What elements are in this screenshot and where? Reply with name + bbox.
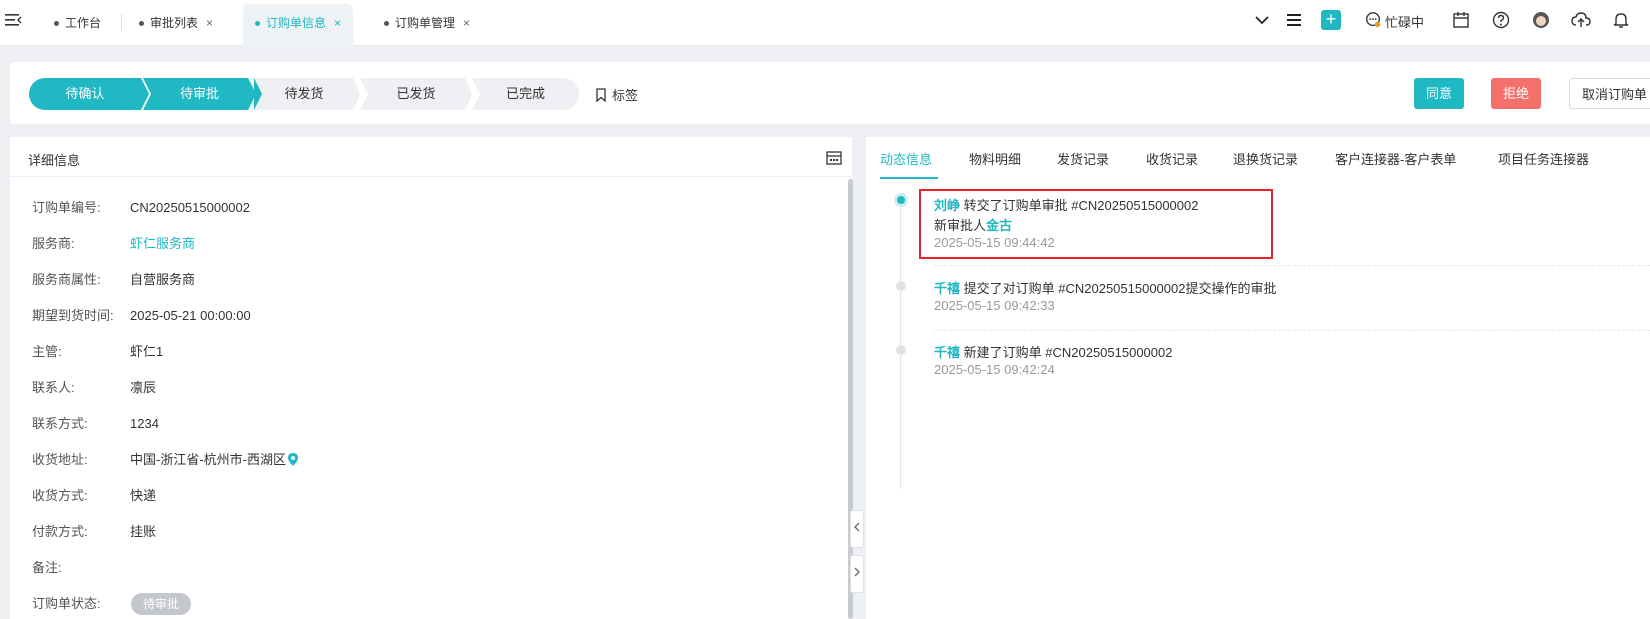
provider-link[interactable]: 虾仁服务商 <box>130 234 195 254</box>
tab-divider <box>121 14 122 30</box>
list-icon[interactable] <box>1284 10 1304 30</box>
event-description: 提交了对订购单 #CN20250515000002提交操作的审批 <box>963 281 1277 296</box>
status-badge: 待审批 <box>131 593 192 615</box>
field-value: 中国-浙江省-杭州市-西湖区 <box>130 450 298 470</box>
calendar-icon[interactable] <box>1451 10 1471 30</box>
field-label: 服务商: <box>32 236 75 251</box>
tab-dot-icon <box>384 21 389 27</box>
step-pending-approval: 待审批 <box>143 78 256 110</box>
tab-workbench[interactable]: 工作台 <box>54 4 101 46</box>
tab-dot-icon <box>139 21 144 27</box>
tag-button[interactable]: 标签 <box>594 85 638 104</box>
field-label: 订购单编号: <box>32 200 101 215</box>
field-value: 2025-05-21 00:00:00 <box>130 308 251 323</box>
field-value: 虾仁1 <box>130 344 164 359</box>
address-text: 中国-浙江省-杭州市-西湖区 <box>130 452 286 467</box>
detail-scrollbar[interactable] <box>848 179 853 619</box>
detail-panel-header: 详细信息 <box>10 137 852 177</box>
event-time: 2025-05-15 09:42:33 <box>934 298 1055 313</box>
tab-activity[interactable]: 动态信息 <box>880 149 932 168</box>
location-pin-icon[interactable] <box>288 453 298 466</box>
field-label: 期望到货时间: <box>32 308 114 323</box>
timeline-line <box>900 199 901 489</box>
agree-button[interactable]: 同意 <box>1414 78 1465 109</box>
step-arrow <box>141 78 149 110</box>
menu-toggle-icon[interactable] <box>4 10 24 30</box>
field-label: 备注: <box>32 560 62 575</box>
timeline-divider <box>934 330 1650 331</box>
step-shipped: 已发货 <box>360 78 472 110</box>
tab-order-management[interactable]: 订购单管理 × <box>384 4 470 46</box>
bell-icon[interactable] <box>1611 10 1631 30</box>
help-icon[interactable] <box>1491 10 1511 30</box>
timeline-event-text: 千禧 提交了对订购单 #CN20250515000002提交操作的审批 <box>934 278 1276 297</box>
field-label: 收货方式: <box>32 488 88 503</box>
field-label: 付款方式: <box>32 524 88 539</box>
tab-return-records[interactable]: 退换货记录 <box>1233 149 1298 168</box>
plus-icon[interactable]: + <box>1321 10 1341 30</box>
collapse-left-handle[interactable] <box>850 510 864 548</box>
timeline-event-text: 千禧 新建了订购单 #CN20250515000002 <box>934 342 1172 361</box>
tab-close-icon[interactable]: × <box>334 4 341 42</box>
tab-label: 订购单管理 <box>395 16 456 30</box>
chat-status-icon[interactable] <box>1364 10 1382 30</box>
tab-dot-icon <box>54 21 59 27</box>
field-value: 快递 <box>130 488 157 503</box>
cloud-upload-icon[interactable] <box>1571 10 1591 30</box>
bookmark-icon <box>596 88 606 103</box>
top-tab-bar: 工作台 审批列表 × 订购单信息 × 订购单管理 × + 忙碌中 <box>0 0 1650 46</box>
field-label: 订购单状态: <box>32 596 101 611</box>
tab-close-icon[interactable]: × <box>206 4 213 42</box>
timeline-divider <box>934 265 1650 266</box>
tab-order-info[interactable]: 订购单信息 × <box>243 4 354 46</box>
tab-close-icon[interactable]: × <box>463 4 470 42</box>
event-actor-link[interactable]: 千禧 <box>934 281 960 296</box>
field-value: 挂账 <box>130 524 157 539</box>
step-pending-confirm: 待确认 <box>29 78 141 110</box>
tag-label: 标签 <box>612 88 639 103</box>
field-value: 1234 <box>130 416 159 431</box>
event-actor-link[interactable]: 千禧 <box>934 345 960 360</box>
highlight-annotation-box <box>919 189 1273 259</box>
field-value: 凛辰 <box>130 380 157 395</box>
chevron-right-icon <box>854 567 860 577</box>
field-label: 联系方式: <box>32 416 88 431</box>
tab-label: 订购单信息 <box>266 16 327 30</box>
chevron-down-icon[interactable] <box>1252 10 1272 30</box>
step-completed: 已完成 <box>472 78 579 110</box>
field-value: CN20250515000002 <box>130 200 250 215</box>
timeline-dot <box>896 345 906 355</box>
event-description: 新建了订购单 #CN20250515000002 <box>963 345 1173 360</box>
field-label: 服务商属性: <box>32 272 101 287</box>
field-label: 主管: <box>32 344 62 359</box>
layout-toggle-icon[interactable] <box>826 151 842 165</box>
tab-dot-icon <box>255 21 260 27</box>
reject-button[interactable]: 拒绝 <box>1491 78 1542 109</box>
step-arrow <box>254 78 262 110</box>
tab-project-task-connector[interactable]: 项目任务连接器 <box>1498 149 1589 168</box>
field-label: 联系人: <box>32 380 75 395</box>
cancel-order-button[interactable]: 取消订购单 <box>1569 78 1650 109</box>
tab-label: 审批列表 <box>150 16 199 30</box>
collapse-right-handle[interactable] <box>850 555 864 593</box>
timeline-dot-active <box>894 193 908 207</box>
field-value: 自营服务商 <box>130 272 196 287</box>
order-status-card: 待确认 待审批 待发货 已发货 已完成 标签 同意 拒绝 取消订购单 <box>10 62 1650 124</box>
tab-label: 工作台 <box>65 16 102 30</box>
chevron-left-icon <box>854 522 860 532</box>
field-label: 收货地址: <box>32 452 88 467</box>
timeline-dot <box>896 281 906 291</box>
tab-receipt-records[interactable]: 收货记录 <box>1146 149 1198 168</box>
active-tab-underline <box>880 177 938 179</box>
tab-shipment-records[interactable]: 发货记录 <box>1057 149 1109 168</box>
event-time: 2025-05-15 09:42:24 <box>934 362 1055 377</box>
tab-materials[interactable]: 物料明细 <box>969 149 1021 168</box>
tab-customer-connector[interactable]: 客户连接器-客户表单 <box>1335 149 1456 168</box>
tab-approval-list[interactable]: 审批列表 × <box>139 4 213 46</box>
step-pending-shipment: 待发货 <box>248 78 360 110</box>
busy-status[interactable]: 忙碌中 <box>1385 12 1424 31</box>
avatar-icon[interactable] <box>1531 10 1551 30</box>
detail-panel-title: 详细信息 <box>28 153 81 168</box>
activity-panel: 动态信息 物料明细 发货记录 收货记录 退换货记录 客户连接器-客户表单 项目任… <box>866 137 1650 619</box>
